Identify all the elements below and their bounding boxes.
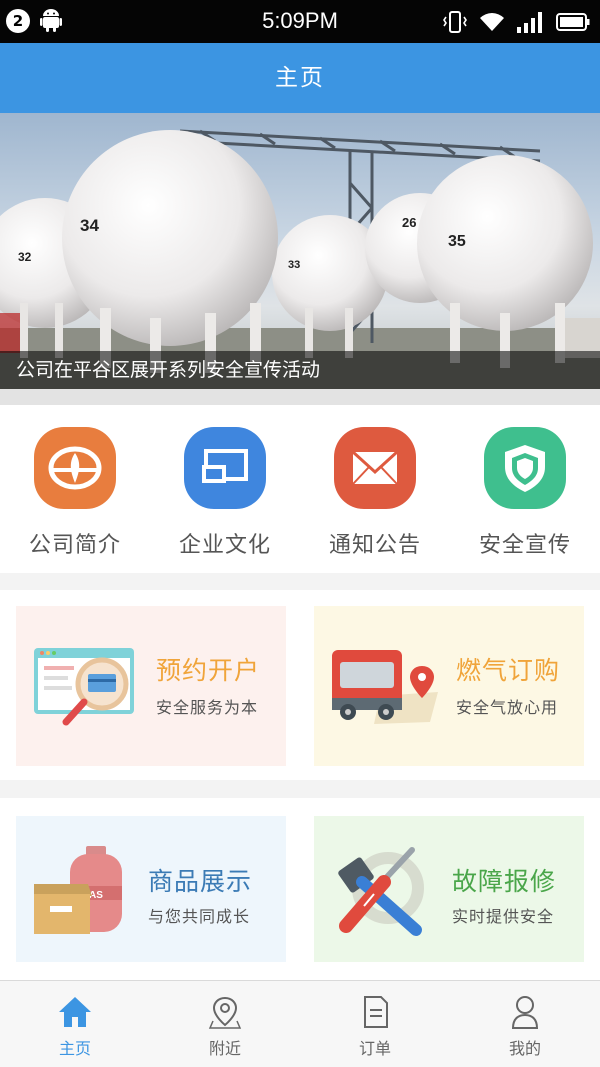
quick-item-safety[interactable]: 安全宣传 <box>450 427 600 559</box>
repair-tools-icon <box>338 847 424 936</box>
signal-icon <box>517 12 542 33</box>
nav-label: 主页 <box>58 1039 91 1058</box>
delivery-truck-icon <box>332 650 438 724</box>
wifi-icon <box>480 13 504 31</box>
service-section-2: AS 商品展示 与您共同成长 故障报修 实时提供安全 <box>0 798 600 980</box>
quick-item-label: 通知公告 <box>328 533 421 558</box>
nav-label: 我的 <box>508 1039 541 1058</box>
nav-mine[interactable]: 我的 <box>450 981 600 1067</box>
page-title: 主页 <box>275 65 325 91</box>
banner-carousel[interactable]: 32 34 33 26 35 公司在平谷区展开系列安全宣传活动 <box>0 113 600 389</box>
page-header: 主页 <box>0 43 600 113</box>
nav-label: 订单 <box>358 1039 391 1058</box>
card-products[interactable]: AS 商品展示 与您共同成长 <box>16 816 286 962</box>
magnifier-card-icon <box>34 648 134 726</box>
user-icon <box>511 996 539 1029</box>
card-title: 故障报修 <box>452 867 557 896</box>
nav-home[interactable]: 主页 <box>0 981 150 1067</box>
nav-orders[interactable]: 订单 <box>300 981 450 1067</box>
tank-label: 33 <box>288 259 300 271</box>
vibrate-icon <box>443 11 467 33</box>
status-bar: 2 5:09PM <box>0 0 600 43</box>
card-account-booking[interactable]: 预约开户 安全服务为本 <box>16 606 286 766</box>
card-title: 燃气订购 <box>456 656 561 685</box>
quick-item-label: 安全宣传 <box>478 533 571 558</box>
card-subtitle: 安全服务为本 <box>156 698 259 717</box>
tank-label: 26 <box>402 215 416 230</box>
quick-menu: 公司简介 企业文化 通知公告 安全宣传 <box>0 405 600 573</box>
card-gas-order[interactable]: 燃气订购 安全气放心用 <box>314 606 584 766</box>
card-subtitle: 与您共同成长 <box>148 907 251 926</box>
card-subtitle: 安全气放心用 <box>456 698 559 717</box>
tank-label: 34 <box>80 216 99 235</box>
banner-divider <box>0 389 600 405</box>
card-title: 预约开户 <box>156 656 261 685</box>
document-icon <box>364 996 388 1028</box>
quick-item-label: 公司简介 <box>28 533 121 558</box>
nav-label: 附近 <box>208 1039 241 1058</box>
banner-image: 32 34 33 26 35 <box>0 129 600 389</box>
card-subtitle: 实时提供安全 <box>452 907 555 926</box>
gas-cylinder-box-icon: AS <box>34 846 122 934</box>
envelope-icon <box>334 427 416 509</box>
quick-item-label: 企业文化 <box>178 533 271 558</box>
location-pin-icon <box>208 996 242 1029</box>
home-icon <box>59 997 91 1027</box>
tank-label: 32 <box>18 250 32 264</box>
company-logo-icon <box>34 427 116 509</box>
card-title: 商品展示 <box>148 867 253 896</box>
quick-item-notices[interactable]: 通知公告 <box>300 427 450 559</box>
culture-screen-icon <box>184 427 266 509</box>
tank-label: 35 <box>448 233 466 250</box>
shield-icon <box>484 427 566 509</box>
battery-icon <box>556 13 590 31</box>
status-right <box>442 10 590 34</box>
nav-nearby[interactable]: 附近 <box>150 981 300 1067</box>
quick-item-culture[interactable]: 企业文化 <box>150 427 300 559</box>
banner-caption: 公司在平谷区展开系列安全宣传活动 <box>0 351 600 389</box>
quick-item-company-intro[interactable]: 公司简介 <box>0 427 150 559</box>
service-section-1: 预约开户 安全服务为本 燃气订购 安全气放心用 <box>0 590 600 780</box>
bottom-navigation: 主页 附近 订单 我的 <box>0 980 600 1067</box>
card-repair[interactable]: 故障报修 实时提供安全 <box>314 816 584 962</box>
